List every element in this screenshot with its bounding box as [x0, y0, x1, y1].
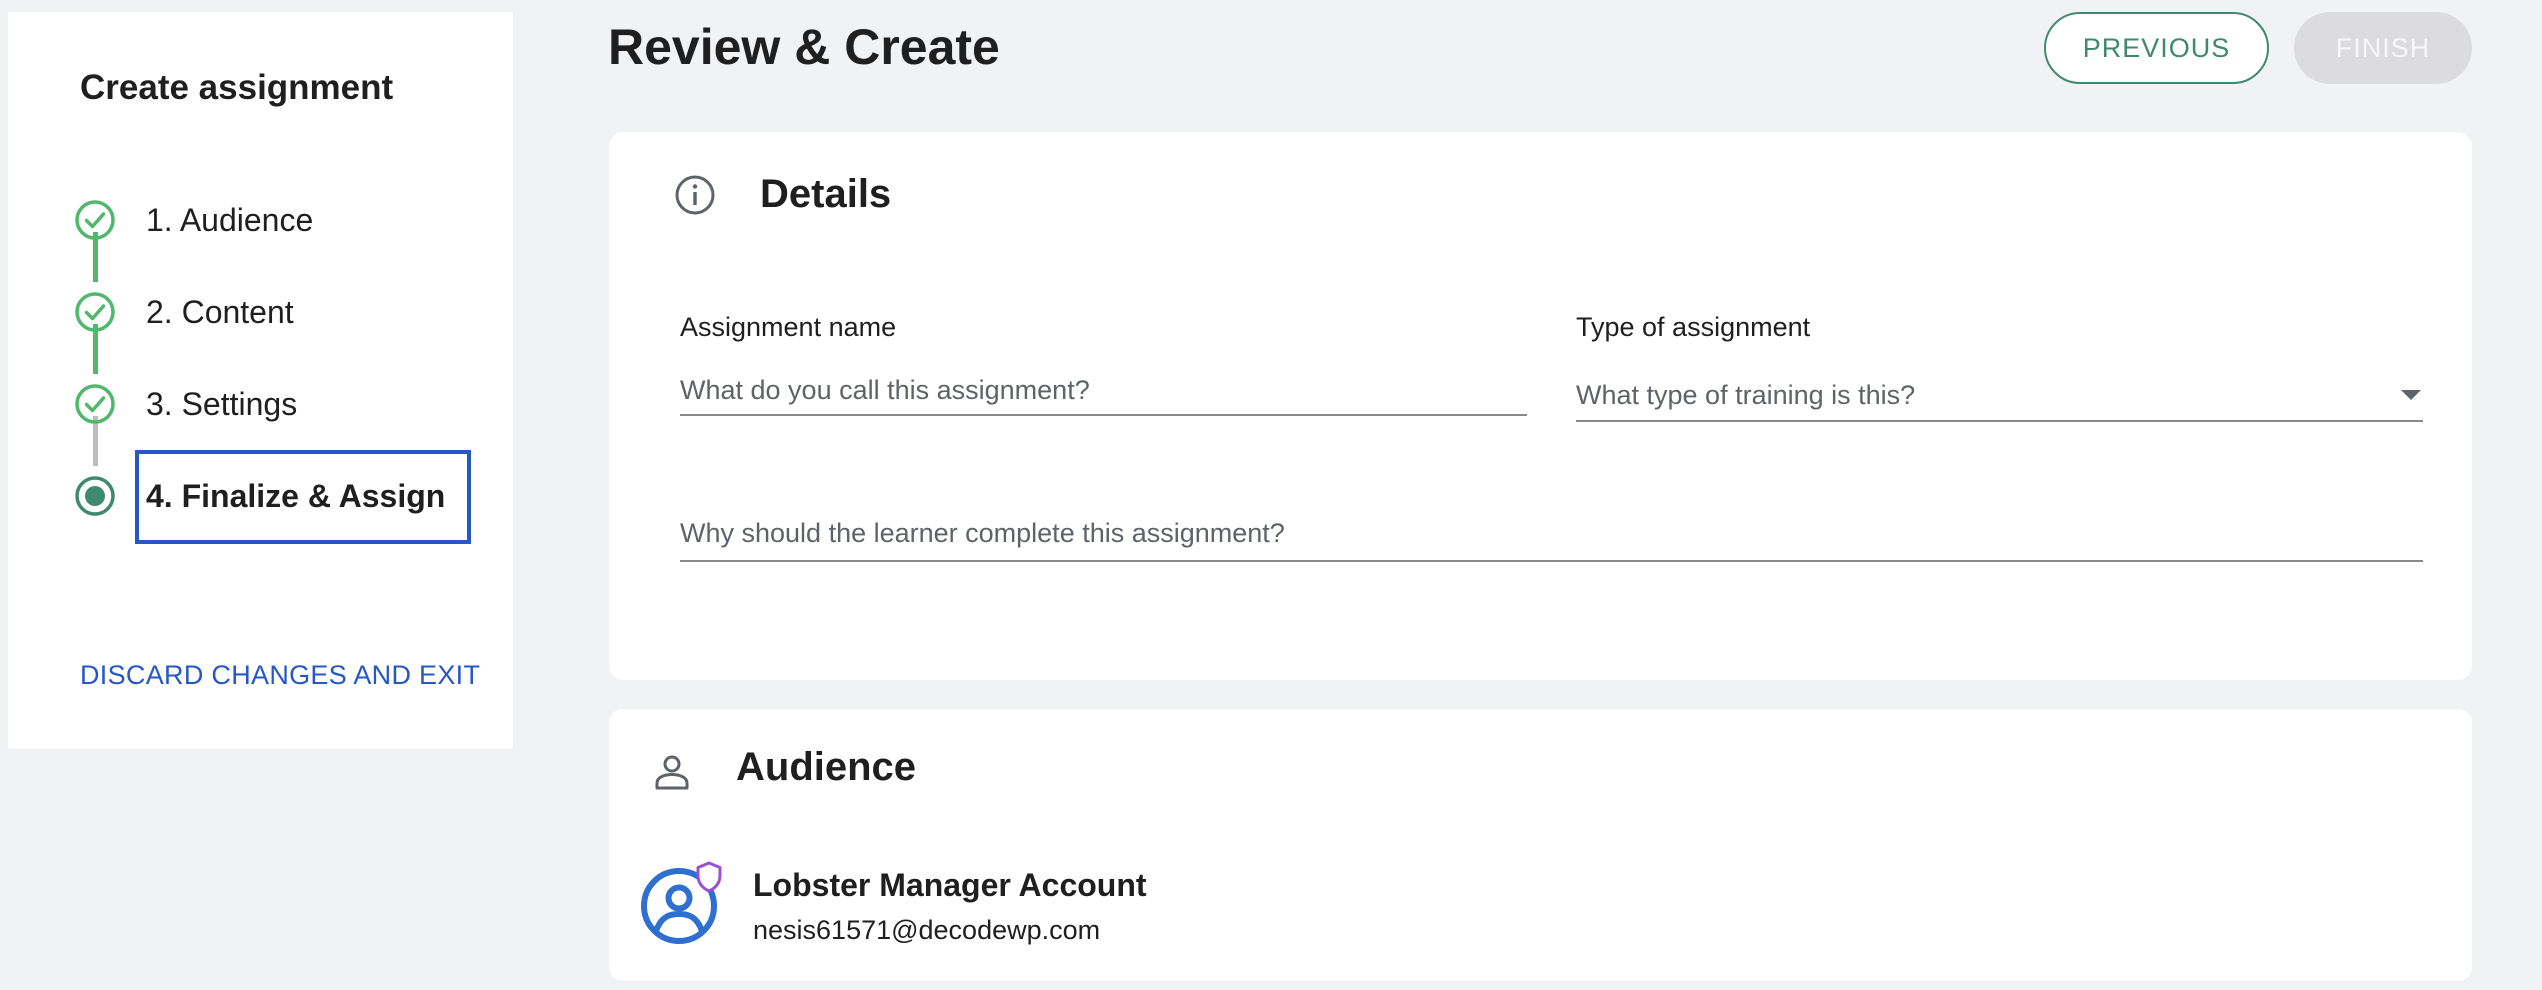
wizard-sidebar: Create assignment 1. Audience 2. Content [8, 12, 513, 749]
step-audience[interactable]: 1. Audience [74, 195, 313, 245]
assignment-reason-placeholder: Why should the learner complete this ass… [680, 517, 1285, 548]
assignment-name-label: Assignment name [680, 312, 897, 342]
step-content[interactable]: 2. Content [74, 287, 294, 337]
check-circle-icon [74, 199, 116, 241]
step-label: 2. Content [146, 293, 294, 330]
radio-active-icon [74, 475, 116, 517]
finish-button[interactable]: FINISH [2294, 12, 2472, 84]
user-name: Lobster Manager Account [753, 867, 1147, 903]
shield-icon [695, 861, 723, 893]
step-finalize-assign[interactable]: 4. Finalize & Assign [74, 471, 445, 521]
assignment-type-placeholder: What type of training is this? [1576, 379, 1916, 410]
check-circle-icon [74, 291, 116, 333]
step-label: 3. Settings [146, 385, 298, 422]
audience-card: Audience Lobster Manager Account nesis61… [609, 709, 2472, 981]
assignment-reason-input[interactable]: Why should the learner complete this ass… [680, 506, 2423, 562]
caret-down-icon [2401, 390, 2421, 400]
step-label: 1. Audience [146, 201, 314, 238]
discard-changes-link[interactable]: DISCARD CHANGES AND EXIT [80, 660, 480, 691]
user-email: nesis61571@decodewp.com [753, 915, 1101, 945]
step-settings[interactable]: 3. Settings [74, 379, 297, 429]
page-title: Review & Create [608, 19, 1000, 75]
step-label: 4. Finalize & Assign [146, 477, 446, 514]
audience-member: Lobster Manager Account nesis61571@decod… [609, 709, 2472, 981]
assignment-type-label: Type of assignment [1576, 312, 1811, 342]
details-card: Details Assignment name What do you call… [609, 132, 2472, 680]
sidebar-title: Create assignment [80, 68, 394, 107]
details-heading: Details [760, 172, 892, 216]
info-icon [674, 174, 716, 216]
assignment-type-select[interactable]: What type of training is this? [1576, 370, 2423, 422]
previous-button[interactable]: PREVIOUS [2044, 12, 2269, 84]
assignment-name-placeholder: What do you call this assignment? [680, 374, 1090, 405]
assignment-name-input[interactable]: What do you call this assignment? [680, 366, 1527, 416]
check-circle-icon [74, 383, 116, 425]
